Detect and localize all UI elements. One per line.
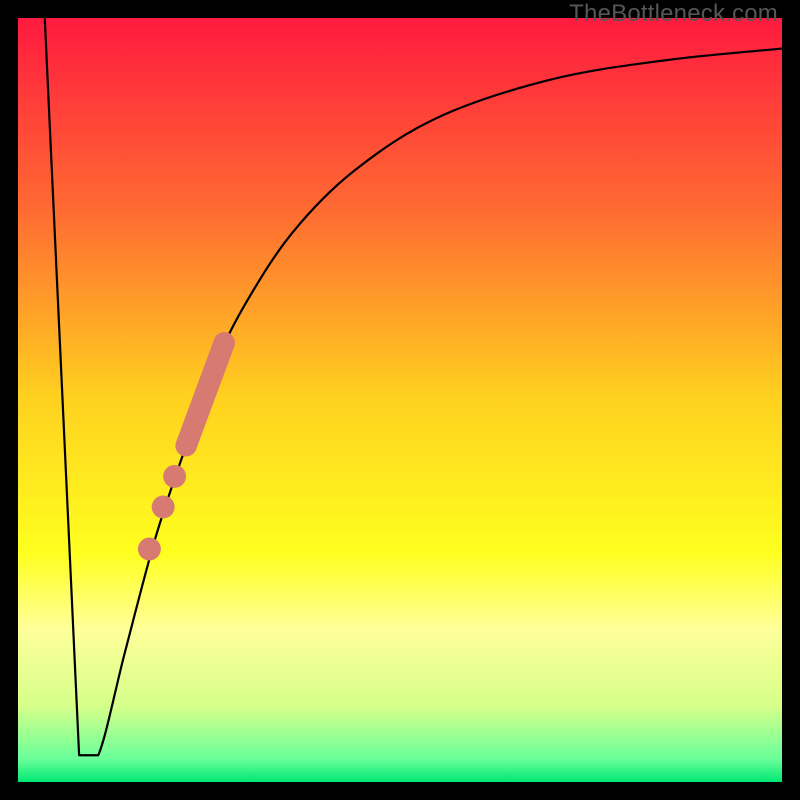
plot-area: [18, 18, 782, 782]
watermark-text: TheBottleneck.com: [569, 0, 778, 28]
chart-svg: [18, 18, 782, 782]
gradient-background: [18, 18, 782, 782]
